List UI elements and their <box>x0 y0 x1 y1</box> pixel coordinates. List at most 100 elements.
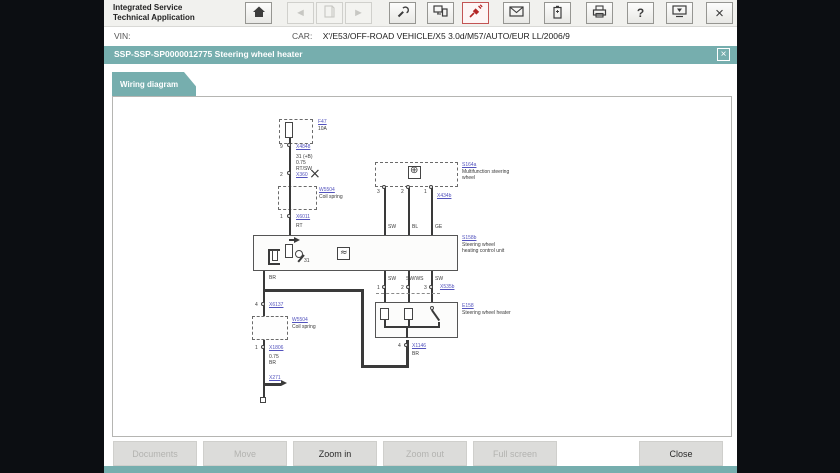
close-button[interactable]: Close <box>639 441 723 466</box>
footer-button-bar: Documents Move Zoom in Zoom out Full scr… <box>104 441 737 466</box>
app-title: Integrated Service Technical Application <box>113 3 195 23</box>
diagram-pin: 4 <box>398 343 401 349</box>
full-screen-toggle-button[interactable] <box>666 2 693 24</box>
document-title: SSP-SSP-SP0000012775 Steering wheel heat… <box>114 49 303 59</box>
car-label: CAR: <box>292 31 313 41</box>
connector-link[interactable]: X4848 <box>296 144 310 150</box>
diagram-h <box>264 383 281 386</box>
diagram-ld: heating control unit <box>462 248 505 254</box>
plug-icon <box>468 4 483 22</box>
connector-link[interactable]: X360 <box>296 172 308 178</box>
vin-label: VIN: <box>114 31 131 41</box>
diagram-h <box>268 263 280 265</box>
diagram-v <box>406 328 408 338</box>
diagram-ld: wheel <box>462 175 476 181</box>
document-button <box>316 2 343 24</box>
diagram-h <box>361 365 409 368</box>
ground-link[interactable]: X271 <box>269 375 281 381</box>
forward-button: ► <box>345 2 372 24</box>
diagram-ld: Coil spring <box>292 324 316 330</box>
connector-link[interactable]: X6137 <box>269 302 283 308</box>
car-info: CAR: X'/E53/OFF-ROAD VEHICLE/X5 3.0d/M57… <box>292 31 570 41</box>
diagram-circ <box>429 185 433 189</box>
zoom-out-button: Zoom out <box>383 441 467 466</box>
document-title-bar: SSP-SSP-SP0000012775 Steering wheel heat… <box>104 46 737 64</box>
connector-link[interactable]: X1806 <box>269 345 283 351</box>
fuse-symbol <box>285 122 293 138</box>
component-link[interactable]: W5504 <box>319 187 335 193</box>
diagram-ld: SW <box>435 276 444 282</box>
envelope-icon <box>509 6 524 20</box>
diagram-circ <box>382 185 386 189</box>
messages-button[interactable] <box>503 2 530 24</box>
diagram-v <box>361 289 364 368</box>
connector-link[interactable]: X6011 <box>296 214 310 220</box>
document-icon <box>324 5 335 21</box>
diagram-pin: 2 <box>280 172 283 178</box>
app-title-line2: Technical Application <box>113 13 195 22</box>
wrench-icon <box>396 5 410 22</box>
wiring-diagram-canvas[interactable]: × 31 ≈ ⊕ F47 10A 9 X4848 31 (+B) 0.75 RT/SW 2 X360 W5… <box>112 96 732 437</box>
diagram-circ <box>382 285 386 289</box>
heating-element-symbol <box>380 308 389 320</box>
diagram-ld: BL <box>412 224 419 230</box>
diagram-v <box>289 144 291 235</box>
diagram-pin: 1 <box>424 189 427 195</box>
steering-wheel-icon: ⊕ <box>410 165 419 176</box>
heating-element-symbol <box>404 308 413 320</box>
diagram-pin: 1 <box>377 285 380 291</box>
diagram-ld: GE <box>435 224 443 230</box>
diagram-h <box>384 326 440 328</box>
diagram-circ <box>287 143 291 147</box>
back-button: ◄ <box>287 2 314 24</box>
window-bottom-strip <box>104 466 737 473</box>
dual-monitor-icon <box>433 5 448 21</box>
diagram-pin: 3 <box>377 189 380 195</box>
zoom-in-button[interactable]: Zoom in <box>293 441 377 466</box>
diagram-pin: 1 <box>255 345 258 351</box>
screen-down-icon <box>672 5 687 21</box>
diagram-ld: BR <box>412 351 419 357</box>
connector-link[interactable]: X434b <box>437 193 451 199</box>
document-close-button[interactable]: × <box>717 48 730 61</box>
close-app-button[interactable]: × <box>706 2 733 24</box>
control-unit-box <box>253 235 458 271</box>
car-value: X'/E53/OFF-ROAD VEHICLE/X5 3.0d/M57/AUTO… <box>322 31 570 41</box>
help-button[interactable]: ? <box>627 2 654 24</box>
connection-manager-button[interactable] <box>427 2 454 24</box>
workshop-button[interactable] <box>389 2 416 24</box>
diagram-hd <box>376 293 440 294</box>
diagram-pin: 3 <box>424 285 427 291</box>
tab-wiring-diagram[interactable]: Wiring diagram <box>112 72 196 96</box>
component-link[interactable]: E158 <box>462 303 474 309</box>
diagram-pin: 1 <box>280 214 283 220</box>
component-link[interactable]: S158b <box>462 235 476 241</box>
diagram-ld: SW/WS <box>406 276 424 282</box>
fuse-link[interactable]: F47 <box>318 119 327 125</box>
ista-window: Integrated Service Technical Application… <box>104 0 737 473</box>
diagram-pin: 4 <box>255 302 258 308</box>
back-icon: ◄ <box>295 6 306 19</box>
measuring-devices-button[interactable] <box>544 2 571 24</box>
connector-link[interactable]: X535b <box>440 284 454 290</box>
diagram-ld: BR <box>269 275 276 281</box>
print-button[interactable] <box>586 2 613 24</box>
vehicle-connection-button[interactable] <box>462 2 489 24</box>
app-title-line1: Integrated Service <box>113 3 183 12</box>
diagram-ld: Coil spring <box>319 194 343 200</box>
component-link[interactable]: S164a <box>462 162 476 168</box>
diagram-pin: 2 <box>401 285 404 291</box>
diagram-rect <box>272 250 278 261</box>
diagram-h <box>264 289 364 292</box>
home-button[interactable] <box>245 2 272 24</box>
diagram-pin: 9 <box>280 144 283 150</box>
vehicle-info-row: VIN: CAR: X'/E53/OFF-ROAD VEHICLE/X5 3.0… <box>104 27 737 46</box>
diagram-h <box>289 239 296 241</box>
connector-link[interactable]: X1146 <box>412 343 426 349</box>
diagram-circ <box>287 214 291 218</box>
component-link[interactable]: W5504 <box>292 317 308 323</box>
forward-icon: ► <box>353 6 364 19</box>
coil-spring-box-1 <box>278 186 317 210</box>
diagram-v <box>384 187 386 235</box>
diagram-ld: 10A <box>318 126 327 132</box>
